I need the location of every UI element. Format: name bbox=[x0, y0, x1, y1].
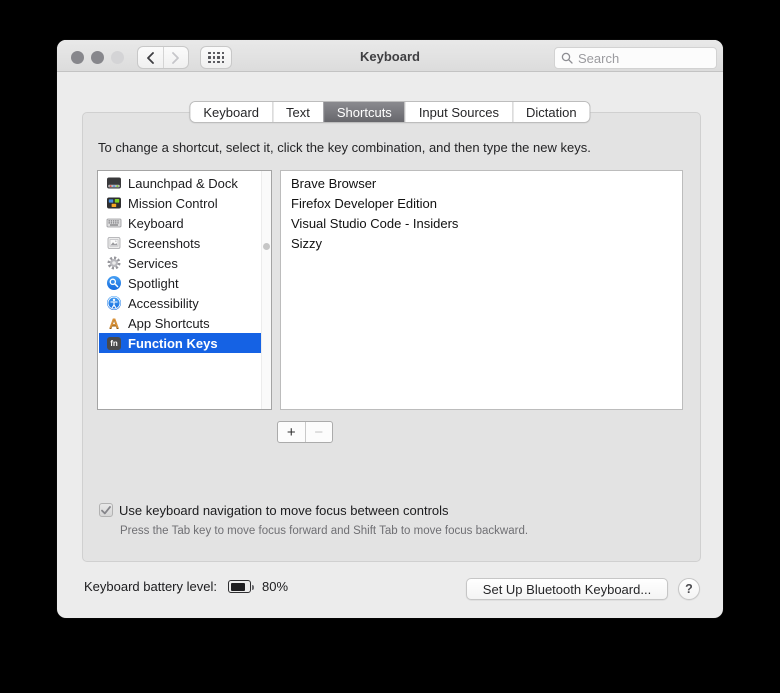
screenshots-icon bbox=[106, 235, 122, 251]
app-row-vscode-insiders[interactable]: Visual Studio Code - Insiders bbox=[282, 213, 681, 233]
battery-level-label: Keyboard battery level: bbox=[84, 579, 217, 594]
keyboard-navigation-label: Use keyboard navigation to move focus be… bbox=[119, 503, 449, 518]
battery-terminal bbox=[251, 584, 254, 590]
category-function-keys[interactable]: fn Function Keys bbox=[99, 333, 263, 353]
app-shortcuts-icon: A bbox=[108, 315, 120, 331]
tab-shortcuts[interactable]: Shortcuts bbox=[322, 102, 405, 122]
category-services[interactable]: Services bbox=[99, 253, 262, 273]
show-all-button[interactable] bbox=[200, 46, 232, 69]
category-list-scrollbar[interactable] bbox=[261, 171, 271, 409]
category-spotlight[interactable]: Spotlight bbox=[99, 273, 262, 293]
category-screenshots[interactable]: Screenshots bbox=[99, 233, 262, 253]
chevron-right-icon bbox=[172, 51, 180, 64]
category-app-shortcuts[interactable]: A App Shortcuts bbox=[99, 313, 262, 333]
mission-control-icon bbox=[106, 195, 122, 211]
shortcut-category-list: Launchpad & Dock Mission Control Keyboar… bbox=[97, 170, 272, 410]
spotlight-icon bbox=[106, 275, 122, 291]
checkmark-icon bbox=[101, 505, 111, 514]
back-button[interactable] bbox=[138, 47, 163, 68]
keyboard-navigation-checkbox[interactable] bbox=[99, 503, 113, 517]
category-label: App Shortcuts bbox=[128, 315, 210, 331]
nav-buttons bbox=[137, 46, 189, 69]
forward-button[interactable] bbox=[162, 47, 189, 68]
minimize-button[interactable] bbox=[91, 51, 104, 64]
category-label: Function Keys bbox=[128, 335, 218, 351]
tab-keyboard[interactable]: Keyboard bbox=[190, 102, 273, 122]
tab-dictation[interactable]: Dictation bbox=[512, 102, 590, 122]
help-button[interactable]: ? bbox=[678, 578, 700, 600]
accessibility-icon bbox=[106, 295, 122, 311]
show-all-grid-icon bbox=[208, 51, 224, 64]
add-app-button[interactable]: + bbox=[278, 422, 305, 442]
tab-bar: Keyboard Text Shortcuts Input Sources Di… bbox=[189, 101, 591, 123]
search-icon bbox=[561, 52, 573, 64]
category-label: Screenshots bbox=[128, 235, 201, 251]
keyboard-icon bbox=[106, 215, 122, 231]
launchpad-dock-icon bbox=[106, 175, 122, 191]
services-gear-icon bbox=[106, 255, 122, 271]
category-label: Launchpad & Dock bbox=[128, 175, 238, 191]
category-accessibility[interactable]: Accessibility bbox=[99, 293, 262, 313]
battery-fill bbox=[230, 582, 245, 591]
category-label: Keyboard bbox=[128, 215, 184, 231]
category-launchpad-dock[interactable]: Launchpad & Dock bbox=[99, 173, 262, 193]
tab-input-sources[interactable]: Input Sources bbox=[404, 102, 513, 122]
instruction-text: To change a shortcut, select it, click t… bbox=[98, 140, 591, 155]
category-label: Spotlight bbox=[128, 275, 179, 291]
search-input[interactable]: Search bbox=[554, 47, 717, 69]
category-mission-control[interactable]: Mission Control bbox=[99, 193, 262, 213]
category-keyboard[interactable]: Keyboard bbox=[99, 213, 262, 233]
function-keys-icon: fn bbox=[106, 335, 122, 351]
setup-bluetooth-keyboard-button[interactable]: Set Up Bluetooth Keyboard... bbox=[466, 578, 668, 600]
app-row-brave[interactable]: Brave Browser bbox=[282, 173, 681, 193]
tab-text[interactable]: Text bbox=[272, 102, 323, 122]
app-row-firefox-dev[interactable]: Firefox Developer Edition bbox=[282, 193, 681, 213]
zoom-button[interactable] bbox=[111, 51, 124, 64]
remove-app-button[interactable]: − bbox=[304, 422, 333, 442]
list-edit-controls: + − bbox=[277, 421, 333, 443]
search-placeholder: Search bbox=[578, 50, 620, 66]
app-row-sizzy[interactable]: Sizzy bbox=[282, 233, 681, 253]
category-label: Accessibility bbox=[128, 295, 199, 311]
category-label: Services bbox=[128, 255, 178, 271]
category-label: Mission Control bbox=[128, 195, 218, 211]
chevron-left-icon bbox=[146, 51, 154, 64]
battery-icon bbox=[228, 580, 254, 593]
scrollbar-thumb[interactable] bbox=[263, 243, 270, 250]
function-key-app-list: Brave Browser Firefox Developer Edition … bbox=[280, 170, 683, 410]
titlebar: Keyboard Search bbox=[57, 40, 723, 72]
keyboard-navigation-help-text: Press the Tab key to move focus forward … bbox=[120, 525, 529, 537]
battery-percentage: 80% bbox=[262, 579, 289, 594]
keyboard-preferences-window: Keyboard Search Keyboard Text Shortcuts … bbox=[57, 40, 723, 618]
close-button[interactable] bbox=[71, 51, 84, 64]
